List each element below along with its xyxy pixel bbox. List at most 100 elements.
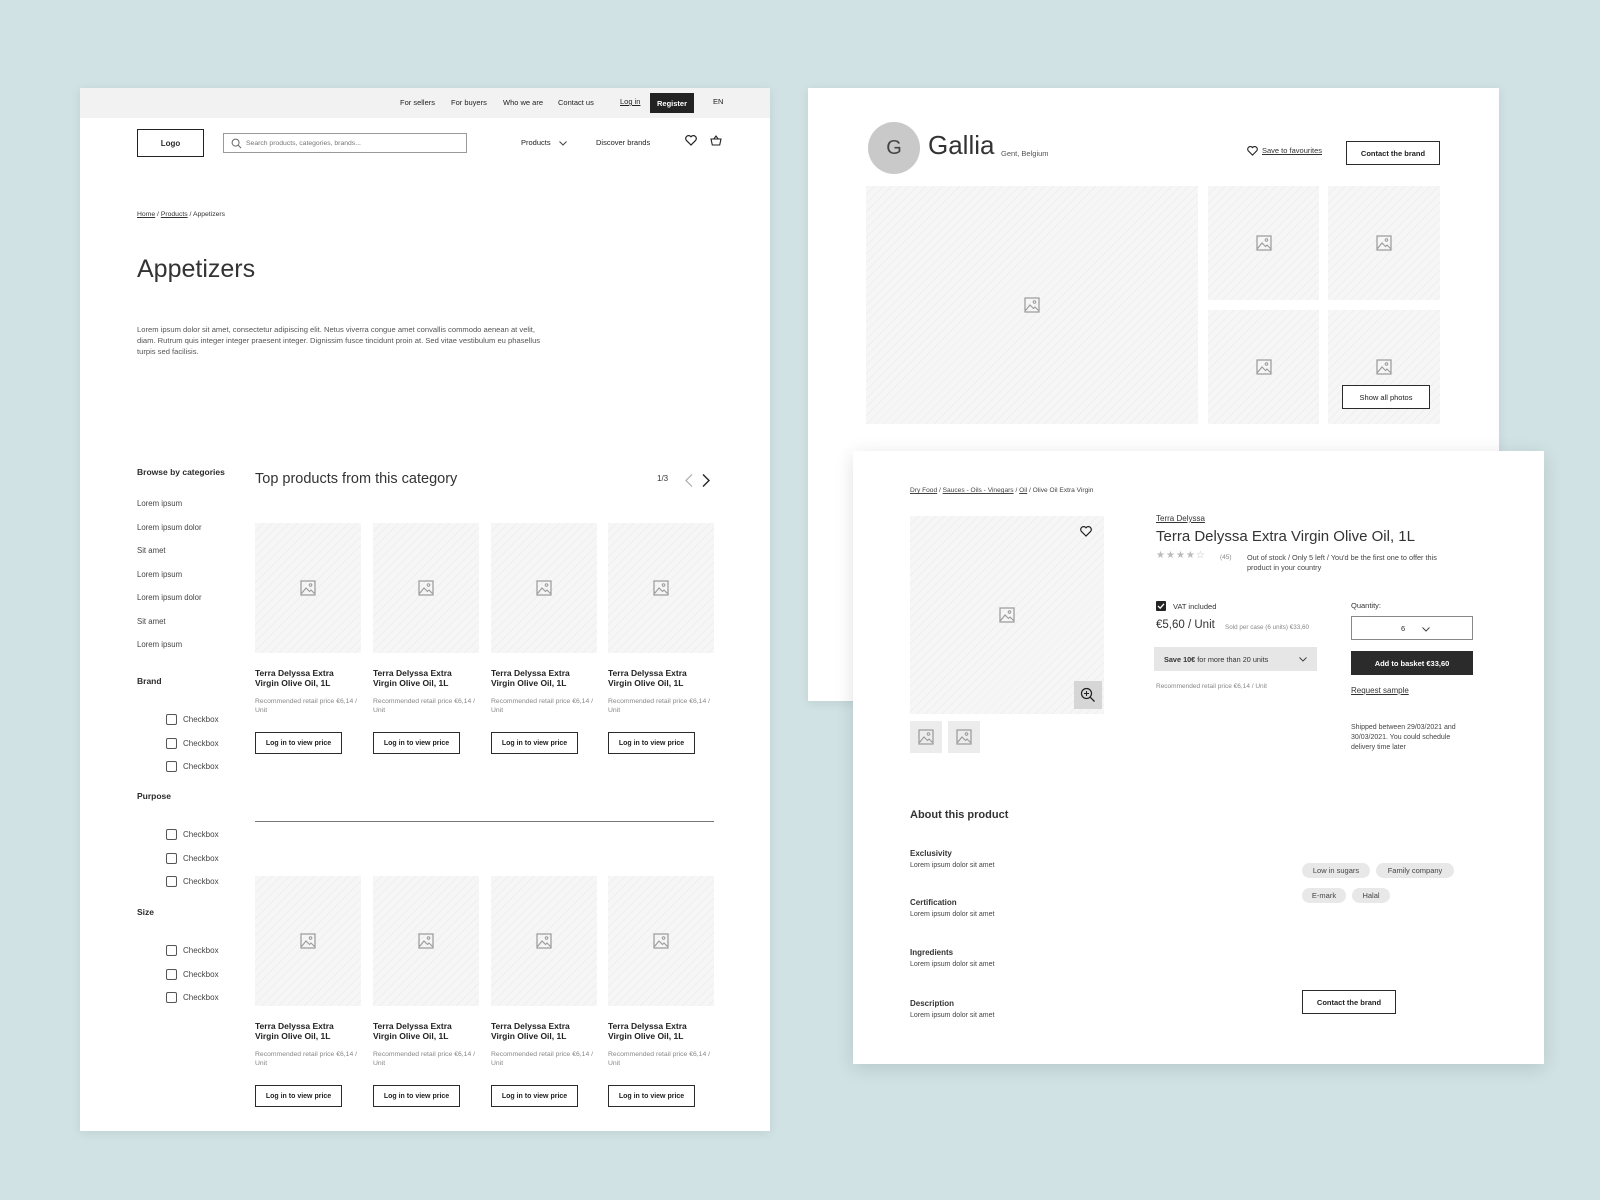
pager-count: 1/3 [657, 474, 669, 483]
volume-discount-dropdown[interactable]: Save 10€ for more than 20 units [1154, 647, 1317, 671]
filter-checkbox[interactable] [166, 968, 177, 980]
contact-brand-button[interactable]: Contact the brand [1346, 141, 1440, 165]
product-image[interactable] [373, 876, 479, 1006]
products-menu[interactable]: Products [521, 138, 567, 147]
about-item-text: Lorem ipsum dolor sit amet [910, 911, 995, 918]
product-card[interactable]: Terra Delyssa Extra Virgin Olive Oil, 1L… [491, 876, 597, 1107]
login-to-view-price-button[interactable]: Log in to view price [491, 1085, 578, 1107]
about-item-title: Ingredients [910, 948, 954, 957]
product-card[interactable]: Terra Delyssa Extra Virgin Olive Oil, 1L… [373, 523, 479, 754]
nav-for-sellers[interactable]: For sellers [400, 98, 435, 107]
filter-checkbox[interactable] [166, 761, 177, 772]
save-favourites-button[interactable]: Save to favourites [1247, 146, 1322, 156]
category-link[interactable]: Lorem ipsum [137, 499, 182, 508]
gallery-photo[interactable] [1208, 186, 1319, 300]
breadcrumb-sauces[interactable]: Sauces - Oils - Vinegars [943, 487, 1014, 494]
nav-contact-us[interactable]: Contact us [558, 98, 594, 107]
filter-checkbox[interactable] [166, 852, 177, 864]
product-image[interactable] [608, 876, 714, 1006]
quantity-value: 6 [1401, 624, 1406, 633]
category-link[interactable]: Sit amet [137, 546, 166, 555]
about-item-title: Exclusivity [910, 849, 952, 858]
login-to-view-price-button[interactable]: Log in to view price [608, 1085, 695, 1107]
thumbnail[interactable] [948, 721, 980, 753]
rating-count: (45) [1220, 554, 1232, 561]
product-image[interactable] [255, 523, 361, 653]
gallery-photo[interactable] [1208, 310, 1319, 424]
login-to-view-price-button[interactable]: Log in to view price [373, 1085, 460, 1107]
basket-icon[interactable] [710, 135, 722, 146]
breadcrumb-oil[interactable]: Oil [1019, 487, 1027, 494]
image-icon [1376, 235, 1392, 251]
gallery-photo[interactable] [1328, 186, 1440, 300]
login-to-view-price-button[interactable]: Log in to view price [373, 732, 460, 754]
filter-checkbox[interactable] [166, 714, 177, 725]
product-card[interactable]: Terra Delyssa Extra Virgin Olive Oil, 1L… [608, 523, 714, 754]
image-icon [536, 933, 552, 949]
thumbnail[interactable] [910, 721, 942, 753]
filter-checkbox[interactable] [166, 992, 177, 1003]
product-card[interactable]: Terra Delyssa Extra Virgin Olive Oil, 1L… [255, 876, 361, 1107]
image-icon [300, 933, 316, 949]
product-image[interactable] [491, 523, 597, 653]
filter-checkbox[interactable] [166, 737, 177, 749]
chevron-down-icon [1299, 657, 1307, 662]
chevron-right-icon[interactable] [702, 474, 710, 487]
login-link[interactable]: Log in [620, 97, 640, 106]
product-image[interactable] [373, 523, 479, 653]
discover-brands-link[interactable]: Discover brands [596, 138, 650, 147]
login-to-view-price-button[interactable]: Log in to view price [255, 732, 342, 754]
login-to-view-price-button[interactable]: Log in to view price [608, 732, 695, 754]
product-image[interactable] [255, 876, 361, 1006]
product-card[interactable]: Terra Delyssa Extra Virgin Olive Oil, 1L… [255, 523, 361, 754]
contact-brand-button[interactable]: Contact the brand [1302, 990, 1396, 1014]
login-to-view-price-button[interactable]: Log in to view price [255, 1085, 342, 1107]
filter-checkbox-label: Checkbox [183, 993, 219, 1002]
category-link[interactable]: Lorem ipsum [137, 640, 182, 649]
discount-text: Save 10€ for more than 20 units [1164, 655, 1268, 664]
breadcrumb-dry-food[interactable]: Dry Food [910, 487, 937, 494]
language-selector[interactable]: EN [713, 97, 723, 106]
logo[interactable]: Logo [137, 129, 204, 157]
product-brand-link[interactable]: Terra Delyssa [1156, 514, 1205, 523]
filter-checkbox-label: Checkbox [183, 762, 219, 771]
product-card[interactable]: Terra Delyssa Extra Virgin Olive Oil, 1L… [608, 876, 714, 1107]
chevron-left-icon[interactable] [685, 474, 693, 487]
heart-icon[interactable] [685, 135, 697, 146]
category-link[interactable]: Lorem ipsum [137, 570, 182, 579]
category-link[interactable]: Sit amet [137, 617, 166, 626]
filter-checkbox[interactable] [166, 945, 177, 956]
nav-who-we-are[interactable]: Who we are [503, 98, 543, 107]
heart-icon[interactable] [1080, 526, 1092, 537]
image-icon [1255, 359, 1272, 375]
add-to-basket-button[interactable]: Add to basket €33,60 [1351, 651, 1473, 675]
filter-checkbox-label: Checkbox [183, 715, 219, 724]
show-all-photos-button[interactable]: Show all photos [1342, 385, 1430, 409]
product-card[interactable]: Terra Delyssa Extra Virgin Olive Oil, 1L… [491, 523, 597, 754]
search-bar[interactable] [223, 133, 467, 153]
save-favourites-label: Save to favourites [1262, 146, 1323, 155]
product-name: Terra Delyssa Extra Virgin Olive Oil, 1L [373, 668, 452, 688]
breadcrumb-products[interactable]: Products [161, 211, 188, 218]
register-button[interactable]: Register [650, 93, 694, 113]
gallery-photo[interactable] [866, 186, 1198, 424]
search-input[interactable] [246, 136, 456, 150]
image-icon [1024, 297, 1040, 313]
breadcrumb-home[interactable]: Home [137, 211, 155, 218]
product-card[interactable]: Terra Delyssa Extra Virgin Olive Oil, 1L… [373, 876, 479, 1107]
product-title: Terra Delyssa Extra Virgin Olive Oil, 1L [1156, 528, 1415, 545]
filter-checkbox[interactable] [166, 829, 177, 840]
product-image[interactable] [608, 523, 714, 653]
request-sample-link[interactable]: Request sample [1351, 686, 1409, 695]
filter-checkbox[interactable] [166, 876, 177, 887]
vat-checkbox[interactable] [1156, 601, 1166, 611]
category-link[interactable]: Lorem ipsum dolor [137, 523, 202, 532]
category-link[interactable]: Lorem ipsum dolor [137, 593, 202, 602]
chevron-down-icon [1422, 627, 1430, 632]
quantity-select[interactable]: 6 [1351, 616, 1473, 640]
product-name: Terra Delyssa Extra Virgin Olive Oil, 1L [373, 1021, 452, 1041]
product-image[interactable] [491, 876, 597, 1006]
zoom-button[interactable] [1074, 681, 1102, 709]
nav-for-buyers[interactable]: For buyers [451, 98, 487, 107]
login-to-view-price-button[interactable]: Log in to view price [491, 732, 578, 754]
